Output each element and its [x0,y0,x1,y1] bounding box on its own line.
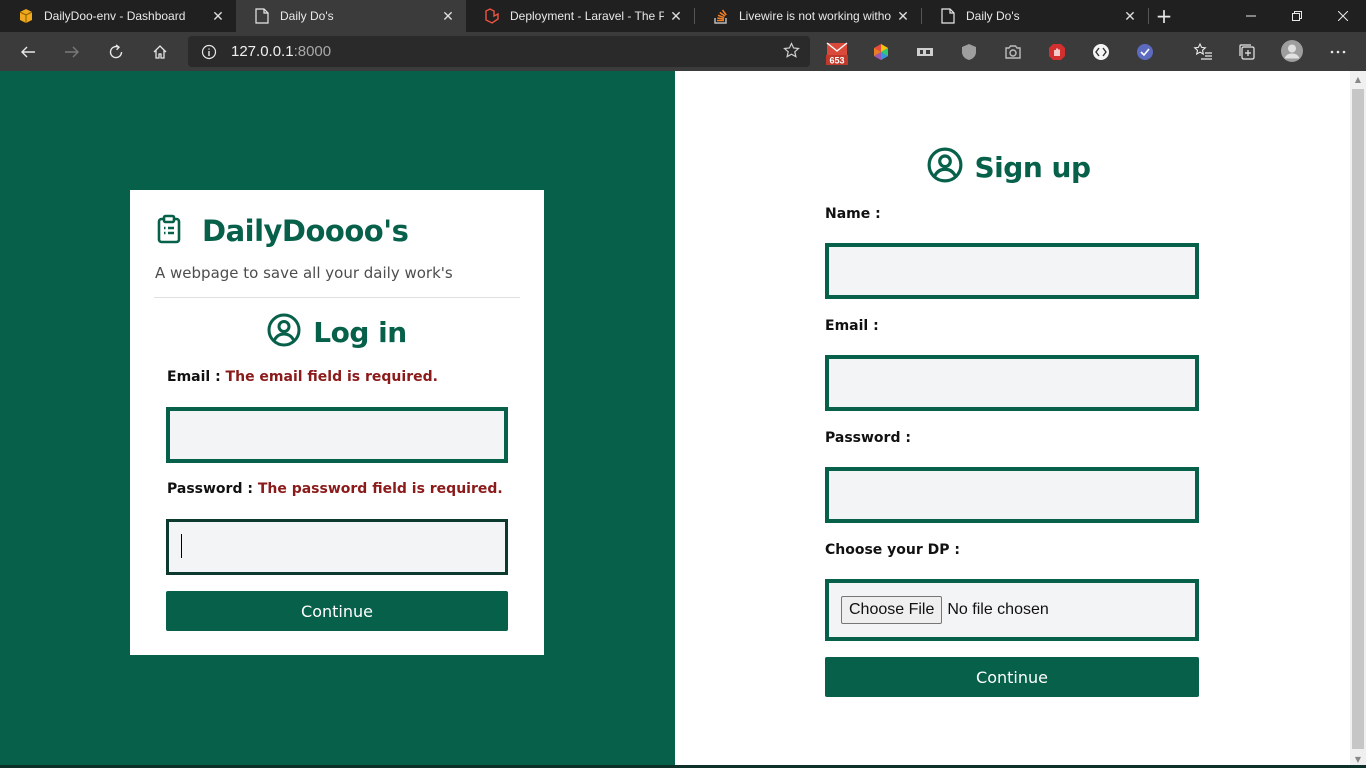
home-button[interactable] [144,36,176,68]
address-bar[interactable]: 127.0.0.1:8000 [188,36,810,67]
signup-title: Sign up [974,150,1091,184]
login-continue-button[interactable]: Continue [166,591,508,631]
back-button[interactable] [12,36,44,68]
home-icon [153,45,167,59]
close-icon[interactable]: ✕ [891,4,915,28]
email-label: Email : [167,369,221,385]
page-viewport: DailyDoooo's A webpage to save all your … [0,71,1366,768]
adblock-hand-icon[interactable] [1046,41,1068,63]
url-port: :8000 [293,43,332,60]
tab-label: Daily Do's [280,9,334,23]
signup-email-input[interactable] [825,355,1199,411]
password-label: Password : [167,481,253,497]
login-card: DailyDoooo's A webpage to save all your … [130,190,544,655]
favorite-star-icon[interactable] [783,42,800,64]
close-icon[interactable]: ✕ [1118,4,1142,28]
refresh-icon [109,44,123,59]
choose-file-button[interactable]: Choose File [841,596,943,624]
login-title: Log in [313,315,407,349]
tab-daily-dos-active[interactable]: Daily Do's ✕ [236,0,466,32]
favorites-list-icon[interactable] [1192,41,1214,63]
arrow-right-icon [65,46,79,58]
close-icon[interactable]: ✕ [206,4,230,28]
brand-title: DailyDoooo's [202,214,409,248]
close-icon [1338,11,1348,21]
camera-icon[interactable] [1002,41,1024,63]
scroll-up-arrow-icon[interactable]: ▲ [1350,71,1366,87]
window-close-button[interactable] [1320,0,1366,32]
login-pane: DailyDoooo's A webpage to save all your … [0,71,675,768]
minimize-icon [1246,15,1256,17]
new-tab-button[interactable]: + [1150,4,1178,28]
login-heading: Log in [130,313,544,351]
profile-avatar-icon[interactable] [1280,39,1304,63]
signup-continue-button[interactable]: Continue [825,657,1199,697]
file-status: No file chosen [947,601,1049,618]
clipboard-icon [156,214,182,248]
user-circle-icon [927,147,963,187]
reader-extension-icon[interactable] [914,41,936,63]
color-picker-extension-icon[interactable] [870,41,892,63]
extension-badge-count: 653 [829,56,844,66]
page-icon [940,8,956,24]
info-icon[interactable] [201,44,217,60]
forward-button[interactable] [56,36,88,68]
scrollbar-thumb[interactable] [1352,89,1364,749]
restore-button[interactable] [1274,0,1320,32]
tab-label: Livewire is not working withou [739,9,891,23]
signup-email-label: Email : [825,318,879,334]
name-label: Name : [825,206,881,222]
signup-heading: Sign up [675,147,1350,187]
user-circle-icon [267,313,301,351]
tab-label: Daily Do's [966,9,1020,23]
signup-name-input[interactable] [825,243,1199,299]
shield-icon[interactable] [958,41,980,63]
package-icon [18,8,34,24]
dp-label: Choose your DP : [825,542,961,558]
tab-livewire-question[interactable]: Livewire is not working withou ✕ [695,0,921,32]
tab-label: Deployment - Laravel - The PH [510,9,664,23]
restore-icon [1292,11,1302,21]
tab-dailydoo-env-dashboard[interactable]: DailyDoo-env - Dashboard ✕ [0,0,236,32]
reload-button[interactable] [100,36,132,68]
stackoverflow-icon [713,8,729,24]
minimize-button[interactable] [1228,0,1274,32]
password-error: The password field is required. [257,481,503,497]
page-icon [254,8,270,24]
brand-header: DailyDoooo's [156,214,409,248]
collections-icon[interactable] [1236,41,1258,63]
login-email-input[interactable] [166,407,508,463]
tab-label: DailyDoo-env - Dashboard [44,9,186,23]
tab-separator [1148,8,1149,24]
checkmark-badge-icon[interactable] [1134,41,1156,63]
tagline: A webpage to save all your daily work's [155,264,453,282]
tab-deployment-laravel[interactable]: Deployment - Laravel - The PH ✕ [466,0,694,32]
password-label-row: Password : The password field is require… [167,481,503,497]
signup-pane: Sign up Name : Email : Password : Choose… [675,71,1350,768]
laravel-icon [484,8,500,24]
signup-password-input[interactable] [825,467,1199,523]
close-icon[interactable]: ✕ [664,4,688,28]
signup-password-label: Password : [825,430,911,446]
browser-toolbar: 127.0.0.1:8000 653 [0,32,1366,71]
mail-extension-icon[interactable]: 653 [826,42,848,66]
close-icon[interactable]: ✕ [436,4,460,28]
email-error: The email field is required. [225,369,438,385]
dp-file-input[interactable]: Choose File No file chosen [825,579,1199,641]
code-extension-icon[interactable] [1090,41,1112,63]
divider [154,297,520,298]
text-caret [181,534,182,558]
email-label-row: Email : The email field is required. [167,369,438,385]
login-password-input[interactable] [166,519,508,575]
more-menu-icon[interactable] [1327,41,1349,63]
tab-bar: DailyDoo-env - Dashboard ✕ Daily Do's ✕ … [0,0,1366,32]
arrow-left-icon [21,46,35,58]
url-host: 127.0.0.1 [231,43,294,60]
tab-daily-dos[interactable]: Daily Do's ✕ [922,0,1148,32]
